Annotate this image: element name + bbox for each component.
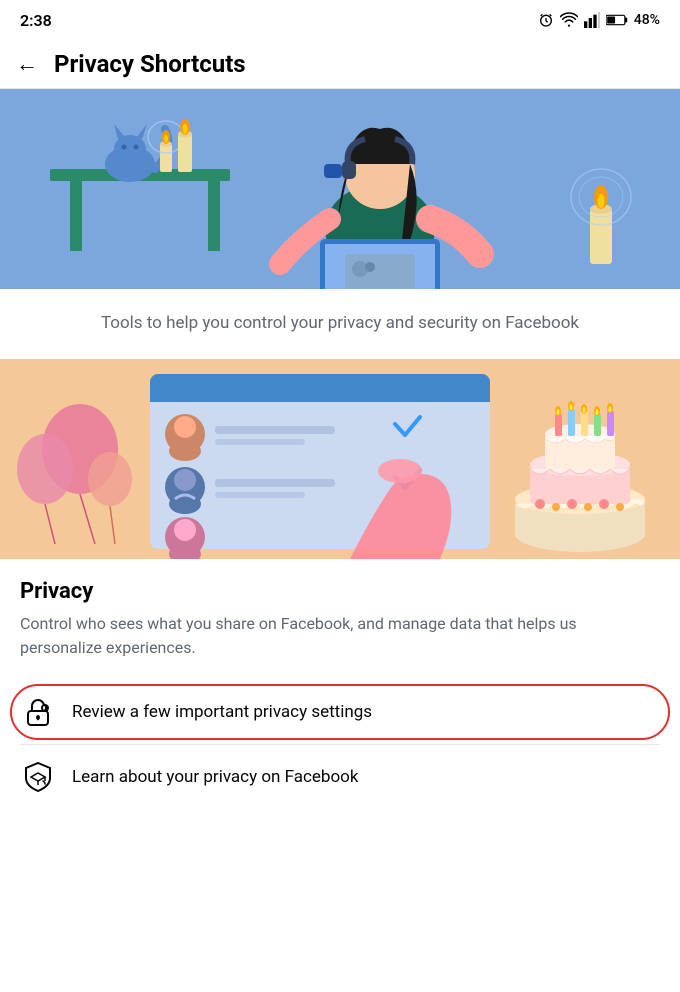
alarm-icon [538, 12, 554, 28]
menu-items: Review a few important privacy settings … [0, 668, 680, 821]
review-privacy-item[interactable]: Review a few important privacy settings [0, 680, 680, 744]
page-title: Privacy Shortcuts [54, 50, 246, 78]
back-button[interactable]: ← [16, 51, 38, 77]
hero-illustration-2 [0, 359, 680, 559]
graduation-shield-icon [20, 759, 56, 795]
signal-icon [584, 12, 600, 28]
privacy-section: Privacy Control who sees what you share … [0, 559, 680, 668]
hero-banner-1 [0, 89, 680, 289]
header: ← Privacy Shortcuts [0, 40, 680, 89]
status-bar: 2:38 48% [0, 0, 680, 40]
learn-privacy-text: Learn about your privacy on Facebook [72, 767, 358, 787]
subtitle: Tools to help you control your privacy a… [0, 289, 680, 359]
privacy-title: Privacy [20, 579, 660, 604]
battery-text: 48% [634, 12, 660, 28]
battery-icon [606, 13, 628, 27]
learn-privacy-item[interactable]: Learn about your privacy on Facebook [0, 745, 680, 809]
status-time: 2:38 [20, 11, 52, 30]
hero-illustration-1 [0, 89, 680, 289]
lock-heart-icon [20, 694, 56, 730]
privacy-description: Control who sees what you share on Faceb… [20, 612, 660, 660]
status-icons: 48% [538, 12, 660, 28]
review-privacy-text: Review a few important privacy settings [72, 702, 372, 722]
wifi-icon [560, 12, 578, 28]
hero-banner-2 [0, 359, 680, 559]
